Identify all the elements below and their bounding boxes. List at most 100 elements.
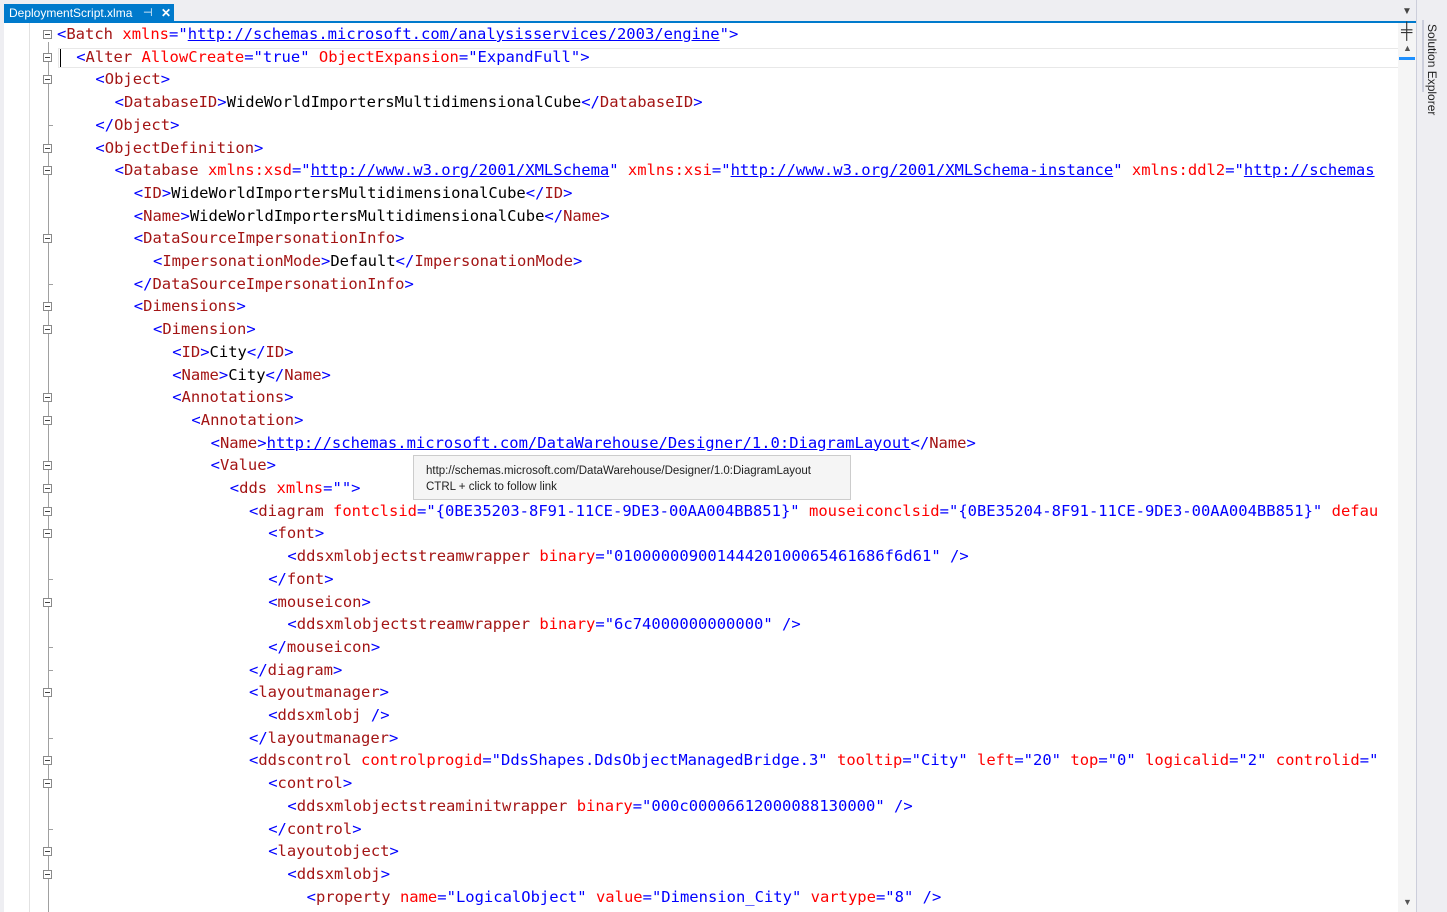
code-line[interactable]: <ddsxmlobjectstreamwrapper binary="01000… (287, 545, 968, 568)
code-line[interactable]: <ddsxmlobjectstreaminitwrapper binary="0… (287, 795, 912, 818)
code-line[interactable]: <ddsxmlobj /> (268, 704, 389, 727)
code-token: < (210, 433, 220, 452)
code-line[interactable]: <property name="LogicalObject" value="Di… (307, 886, 942, 909)
document-tab[interactable]: DeploymentScript.xlma ⊣ ✕ (4, 4, 174, 22)
code-line[interactable]: </font> (268, 568, 333, 591)
code-token: top (1070, 751, 1099, 770)
collapse-icon[interactable] (43, 166, 52, 176)
collapse-icon[interactable] (43, 869, 52, 879)
split-window-icon[interactable]: ╪ (1401, 24, 1412, 40)
code-token: Name (219, 433, 258, 452)
hyperlink-token[interactable]: http://schemas.microsoft.com/analysisser… (188, 25, 720, 43)
collapse-icon[interactable] (43, 393, 52, 403)
code-token: " (1126, 751, 1136, 770)
code-token: Name (929, 433, 967, 452)
collapse-icon[interactable] (43, 302, 52, 312)
code-token: > (236, 297, 246, 316)
code-line[interactable]: <dds xmlns=""> (230, 477, 361, 500)
hyperlink-token[interactable]: http://schemas (1244, 161, 1375, 179)
code-line[interactable]: <font> (268, 522, 324, 545)
code-line[interactable]: <Dimension> (153, 318, 256, 341)
code-token: > (284, 342, 294, 361)
collapse-icon[interactable] (43, 234, 52, 244)
collapse-icon[interactable] (43, 529, 52, 539)
code-line[interactable]: <Dimensions> (134, 295, 246, 318)
code-line[interactable]: <Name>http://schemas.microsoft.com/DataW… (211, 432, 976, 455)
code-token: < (95, 138, 105, 157)
code-token: layoutmanager (258, 683, 380, 702)
hyperlink-token[interactable]: http://www.w3.org/2001/XMLSchema-instanc… (731, 161, 1114, 179)
code-line[interactable]: <Name>City</Name> (172, 364, 331, 387)
code-line[interactable]: <Database xmlns:xsd="http://www.w3.org/2… (115, 159, 1375, 182)
code-token: 2 (1247, 751, 1258, 770)
code-line[interactable]: <Name>WideWorldImportersMultidimensional… (134, 205, 610, 228)
code-token: > (294, 410, 304, 429)
code-token: DatabaseID (599, 93, 694, 112)
code-line[interactable]: <DataSourceImpersonationInfo> (134, 227, 405, 250)
outline-end-tick (48, 578, 53, 580)
code-line[interactable]: <ObjectDefinition> (95, 137, 263, 160)
code-token: control (286, 819, 353, 838)
code-line[interactable]: <ddscontrol controlprogid="DdsShapes.Dds… (249, 749, 1378, 772)
code-token: ObjectExpansion (318, 47, 459, 66)
collapse-icon[interactable] (43, 143, 52, 153)
code-token: =" (902, 751, 921, 770)
code-line[interactable]: </Object> (95, 114, 179, 137)
code-line[interactable]: <Batch xmlns="http://schemas.microsoft.c… (57, 23, 738, 46)
code-line[interactable]: <ddsxmlobjectstreamwrapper binary="6c740… (287, 613, 800, 636)
code-line[interactable]: <Annotations> (172, 386, 293, 409)
collapse-icon[interactable] (43, 484, 52, 493)
code-line[interactable]: <Annotation> (191, 409, 303, 432)
pin-icon[interactable]: ⊣ (143, 4, 153, 22)
code-line[interactable]: <ID>City</ID> (172, 341, 293, 364)
close-icon[interactable]: ✕ (161, 4, 171, 22)
code-line[interactable]: <Alter AllowCreate="true" ObjectExpansio… (76, 46, 589, 69)
code-line[interactable]: </control> (268, 818, 361, 841)
collapse-icon[interactable] (43, 30, 52, 39)
code-line[interactable]: <layoutobject> (268, 840, 399, 863)
collapse-icon[interactable] (43, 506, 52, 516)
collapse-icon[interactable] (43, 75, 52, 85)
code-line[interactable]: <control> (268, 772, 352, 795)
code-line[interactable]: </mouseicon> (268, 636, 380, 659)
collapse-icon[interactable] (43, 461, 52, 471)
collapse-icon[interactable] (43, 779, 52, 789)
code-line[interactable]: <mouseicon> (268, 591, 371, 614)
hyperlink-token[interactable]: http://schemas.microsoft.com/DataWarehou… (267, 434, 911, 452)
vertical-scrollbar[interactable]: ╪ ▲ ▼ (1398, 23, 1416, 912)
code-line[interactable]: </layoutmanager> (249, 727, 398, 750)
code-token: > (314, 524, 325, 543)
code-line[interactable]: </diagram> (249, 659, 342, 682)
code-line[interactable]: <diagram fontclsid="{0BE35203-8F91-11CE-… (249, 500, 1378, 523)
code-line[interactable]: <Value> (211, 454, 276, 477)
code-line[interactable]: <ID>WideWorldImportersMultidimensionalCu… (134, 182, 573, 205)
collapse-icon[interactable] (43, 52, 52, 62)
code-token: " (300, 47, 310, 66)
code-line[interactable]: </ddsxmlobj> (287, 908, 399, 912)
code-line[interactable]: </DataSourceImpersonationInfo> (134, 273, 414, 296)
tab-dropdown-icon[interactable]: ▼ (1402, 6, 1412, 17)
collapse-icon[interactable] (43, 847, 52, 857)
collapse-icon[interactable] (43, 597, 52, 607)
collapse-icon[interactable] (43, 325, 52, 335)
code-line[interactable]: <DatabaseID>WideWorldImportersMultidimen… (115, 91, 703, 114)
collapse-icon[interactable] (43, 688, 52, 698)
collapse-icon[interactable] (43, 756, 52, 766)
code-token: < (95, 70, 105, 89)
scroll-thumb[interactable] (1399, 57, 1415, 60)
hyperlink-token[interactable]: http://www.w3.org/2001/XMLSchema (311, 161, 610, 179)
scroll-down-icon[interactable]: ▼ (1403, 897, 1412, 907)
code-line[interactable]: <ddsxmlobj> (287, 863, 390, 886)
collapse-icon[interactable] (43, 415, 52, 425)
scroll-up-icon[interactable]: ▲ (1403, 43, 1412, 53)
solution-explorer-tab[interactable]: Solution Explorer (1425, 24, 1439, 115)
code-line[interactable]: <ImpersonationMode>Default</Impersonatio… (153, 250, 582, 273)
code-line[interactable]: <Object> (95, 68, 170, 91)
code-token: > (321, 365, 331, 384)
code-line[interactable]: <layoutmanager> (249, 681, 389, 704)
